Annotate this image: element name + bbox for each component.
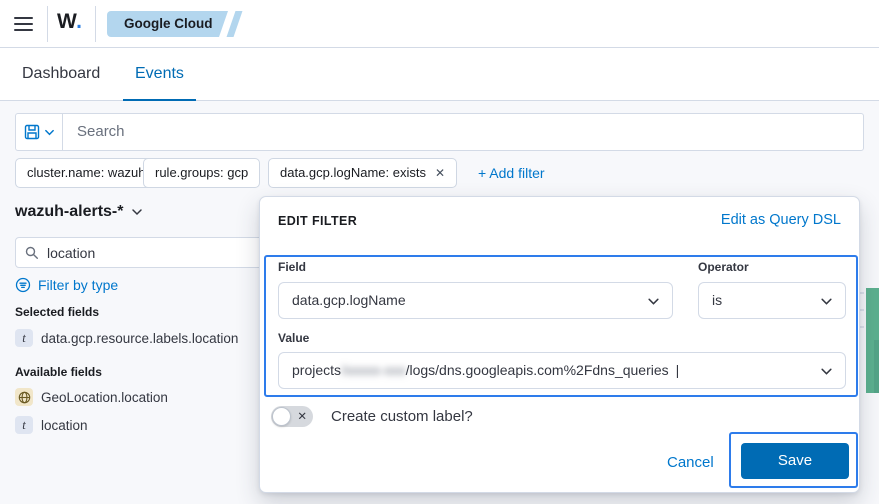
value-label: Value xyxy=(278,331,309,345)
edit-as-query-dsl-link[interactable]: Edit as Query DSL xyxy=(721,212,841,228)
index-pattern-selector[interactable]: wazuh-alerts-* xyxy=(15,203,143,221)
operator-select-value: is xyxy=(712,292,722,308)
toggle-knob xyxy=(272,407,291,426)
histogram-bar xyxy=(874,340,879,393)
chevron-down-icon xyxy=(44,127,55,138)
filter-pill-label: rule.groups: gcp xyxy=(155,165,248,180)
filter-circle-icon xyxy=(15,277,31,293)
text-cursor: | xyxy=(676,362,680,378)
remove-filter-icon[interactable]: ✕ xyxy=(435,166,445,180)
field-name: data.gcp.resource.labels.location xyxy=(41,331,238,346)
operator-label: Operator xyxy=(698,260,749,274)
value-combobox[interactable]: projects/xxxxx-xxx/logs/dns.googleapis.c… xyxy=(278,352,846,389)
wazuh-logo[interactable]: W. xyxy=(57,10,83,34)
filter-by-type-button[interactable]: Filter by type xyxy=(15,277,118,293)
field-name: location xyxy=(41,418,88,433)
field-select-value: data.gcp.logName xyxy=(292,292,406,308)
custom-label-toggle-label: Create custom label? xyxy=(331,408,473,425)
field-search-input[interactable]: location xyxy=(15,237,265,268)
dialog-title: EDIT FILTER xyxy=(278,214,357,228)
value-text: projects xyxy=(292,362,341,378)
filter-pill-cluster-name[interactable]: cluster.name: wazuh xyxy=(15,158,158,188)
globe-icon xyxy=(15,388,33,406)
query-bar: Search xyxy=(15,113,864,151)
toggle-off-icon: ✕ xyxy=(297,409,307,423)
save-query-icon xyxy=(24,124,40,140)
tab-events[interactable]: Events xyxy=(123,48,196,101)
field-item-geolocation[interactable]: GeoLocation.location xyxy=(15,388,168,406)
string-type-badge: t xyxy=(15,416,33,434)
chevron-down-icon xyxy=(131,206,143,218)
field-label: Field xyxy=(278,260,306,274)
value-redacted-text: /xxxxx-xxx xyxy=(341,362,406,378)
filter-pill-logname-exists[interactable]: data.gcp.logName: exists ✕ xyxy=(268,158,457,188)
index-pattern-label: wazuh-alerts-* xyxy=(15,203,123,221)
chevron-down-icon xyxy=(820,295,833,308)
breadcrumb-google-cloud[interactable]: Google Cloud xyxy=(107,11,228,37)
tab-dashboard[interactable]: Dashboard xyxy=(22,48,100,100)
filter-pill-label: data.gcp.logName: exists xyxy=(280,165,426,180)
menu-icon[interactable] xyxy=(14,17,33,31)
field-item-selected[interactable]: t data.gcp.resource.labels.location xyxy=(15,329,238,347)
filter-pill-label: cluster.name: wazuh xyxy=(27,165,146,180)
breadcrumb-tail xyxy=(227,11,243,37)
custom-label-toggle[interactable]: ✕ xyxy=(271,406,313,427)
chevron-down-icon xyxy=(647,295,660,308)
filter-pill-rule-groups[interactable]: rule.groups: gcp xyxy=(143,158,260,188)
cancel-button[interactable]: Cancel xyxy=(667,454,714,471)
operator-select[interactable]: is xyxy=(698,282,846,319)
field-select[interactable]: data.gcp.logName xyxy=(278,282,673,319)
search-input[interactable]: Search xyxy=(63,114,863,150)
save-button[interactable]: Save xyxy=(741,443,849,479)
field-search-value: location xyxy=(47,245,95,261)
available-fields-heading: Available fields xyxy=(15,365,102,379)
field-name: GeoLocation.location xyxy=(41,390,168,405)
field-item-location[interactable]: t location xyxy=(15,416,88,434)
value-text: /logs/dns.googleapis.com%2Fdns_queries xyxy=(406,362,669,378)
saved-queries-button[interactable] xyxy=(16,114,63,150)
filter-by-type-label: Filter by type xyxy=(38,277,118,293)
app-header: W. Google Cloud xyxy=(0,0,879,48)
string-type-badge: t xyxy=(15,329,33,347)
add-filter-button[interactable]: + Add filter xyxy=(478,165,545,181)
header-divider xyxy=(95,6,96,42)
chevron-down-icon xyxy=(820,365,833,378)
selected-fields-heading: Selected fields xyxy=(15,305,99,319)
edit-filter-dialog: EDIT FILTER Edit as Query DSL Field Oper… xyxy=(259,196,860,493)
logo-text: W xyxy=(57,10,76,33)
logo-dot: . xyxy=(76,10,82,33)
tab-bar: Dashboard Events xyxy=(0,48,879,101)
search-icon xyxy=(25,246,39,260)
header-divider xyxy=(47,6,48,42)
